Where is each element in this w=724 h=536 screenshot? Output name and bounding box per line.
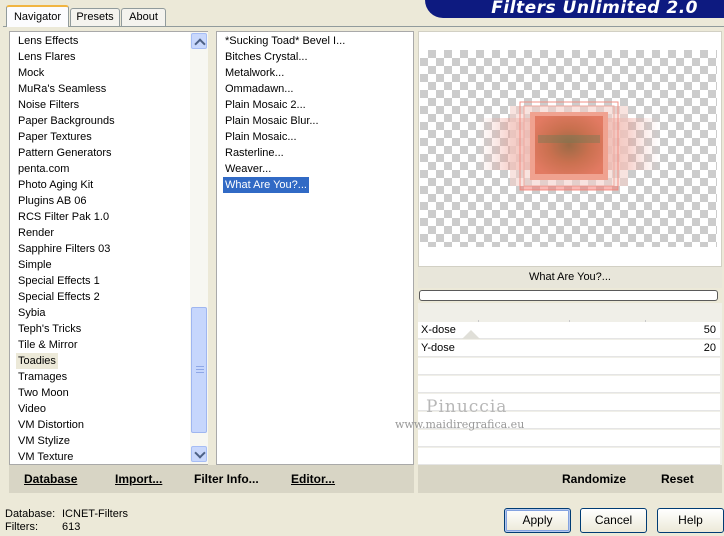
param-value: 20 (703, 342, 716, 354)
import-button[interactable]: Import... (115, 471, 162, 487)
preview-image (478, 101, 660, 191)
category-item-simple[interactable]: Simple (16, 257, 54, 273)
filter-item-rasterline[interactable]: Rasterline... (223, 145, 286, 161)
filter-list[interactable]: *Sucking Toad* Bevel I... Bitches Crystal… (216, 31, 414, 465)
category-item-lens-flares[interactable]: Lens Flares (16, 49, 77, 65)
status-database-label: Database: (5, 508, 56, 520)
tab-navigator[interactable]: Navigator (6, 5, 69, 27)
database-button[interactable]: Database (24, 471, 77, 487)
status-filters-value: 613 (62, 521, 81, 533)
category-item-sybia[interactable]: Sybia (16, 305, 48, 321)
tab-label: Navigator (13, 11, 62, 23)
param-value: 50 (703, 324, 716, 336)
filter-item-plain-mosaic-blur[interactable]: Plain Mosaic Blur... (223, 113, 321, 129)
randomize-button[interactable]: Randomize (562, 471, 626, 487)
category-item-teph-s-tricks[interactable]: Teph's Tricks (16, 321, 83, 337)
category-item-video[interactable]: Video (16, 401, 48, 417)
watermark-name: Pinuccia (426, 397, 508, 417)
tab-label: Presets (76, 11, 114, 23)
category-item-special-effects-2[interactable]: Special Effects 2 (16, 289, 102, 305)
category-list[interactable]: Lens Effects Lens Flares Mock MuRa's Seamle… (9, 31, 208, 465)
param-row-empty (418, 376, 720, 393)
filter-item-plain-mosaic[interactable]: Plain Mosaic... (223, 129, 299, 145)
category-item-lens-effects[interactable]: Lens Effects (16, 33, 80, 49)
category-item-render[interactable]: Render (16, 225, 56, 241)
category-item-sapphire-filters-03[interactable]: Sapphire Filters 03 (16, 241, 112, 257)
progress-bar (419, 290, 718, 301)
filter-item-metalwork[interactable]: Metalwork... (223, 65, 286, 81)
filter-item-bitches-crystal[interactable]: Bitches Crystal... (223, 49, 310, 65)
category-item-mura-s-seamless[interactable]: MuRa's Seamless (16, 81, 108, 97)
filter-info-button[interactable]: Filter Info... (194, 471, 259, 487)
category-item-two-moon[interactable]: Two Moon (16, 385, 71, 401)
tab-label: About (129, 11, 158, 23)
tab-divider (3, 26, 724, 27)
category-item-vm-stylize[interactable]: VM Stylize (16, 433, 72, 449)
category-item-rcs-filter-pak-1-0[interactable]: RCS Filter Pak 1.0 (16, 209, 111, 225)
param-row-empty (418, 448, 720, 465)
category-item-plugins-ab-06[interactable]: Plugins AB 06 (16, 193, 89, 209)
category-item-pattern-generators[interactable]: Pattern Generators (16, 145, 114, 161)
param-row-empty (418, 358, 720, 375)
category-item-photo-aging-kit[interactable]: Photo Aging Kit (16, 177, 95, 193)
preview-canvas (420, 50, 717, 247)
editor-button[interactable]: Editor... (291, 471, 335, 487)
category-item-tile-mirror[interactable]: Tile & Mirror (16, 337, 79, 353)
filter-item-sucking-toad-bevel-i[interactable]: *Sucking Toad* Bevel I... (223, 33, 347, 49)
category-item-special-effects-1[interactable]: Special Effects 1 (16, 273, 102, 289)
filter-item-plain-mosaic-2[interactable]: Plain Mosaic 2... (223, 97, 308, 113)
scroll-thumb[interactable] (191, 307, 207, 433)
reset-button[interactable]: Reset (661, 471, 694, 487)
status-filters-label: Filters: (5, 521, 38, 533)
category-item-penta-com[interactable]: penta.com (16, 161, 71, 177)
filter-item-weaver[interactable]: Weaver... (223, 161, 273, 177)
category-item-mock[interactable]: Mock (16, 65, 46, 81)
app-banner: Filters Unlimited 2.0 (425, 0, 724, 18)
scroll-up-button[interactable] (191, 33, 207, 49)
watermark-url: www.maidiregrafica.eu (395, 418, 525, 431)
param-row-y-dose[interactable]: Y-dose 20 (418, 340, 720, 357)
tab-presets[interactable]: Presets (70, 8, 120, 27)
app-title: Filters Unlimited 2.0 (491, 0, 698, 18)
status-database-value: ICNET-Filters (62, 508, 128, 520)
category-item-toadies[interactable]: Toadies (16, 353, 58, 369)
filter-name-label: What Are You?... (418, 267, 722, 288)
apply-button[interactable]: Apply (504, 508, 571, 533)
filter-name-text: What Are You?... (529, 271, 611, 283)
scroll-down-button[interactable] (191, 446, 207, 462)
param-name: Y-dose (421, 342, 455, 354)
help-button[interactable]: Help (657, 508, 724, 533)
tab-about[interactable]: About (121, 8, 166, 27)
category-item-paper-textures[interactable]: Paper Textures (16, 129, 94, 145)
category-item-noise-filters[interactable]: Noise Filters (16, 97, 81, 113)
category-item-paper-backgrounds[interactable]: Paper Backgrounds (16, 113, 117, 129)
category-item-tramages[interactable]: Tramages (16, 369, 69, 385)
param-name: X-dose (421, 324, 456, 336)
filter-item-ommadawn[interactable]: Ommadawn... (223, 81, 295, 97)
filter-item-what-are-you[interactable]: What Are You?... (223, 177, 309, 193)
category-item-vm-distortion[interactable]: VM Distortion (16, 417, 86, 433)
category-item-vm-texture[interactable]: VM Texture (16, 449, 75, 465)
cancel-button[interactable]: Cancel (580, 508, 647, 533)
param-row-empty (418, 430, 720, 447)
slider-thumb[interactable] (462, 330, 480, 339)
category-scrollbar[interactable] (190, 32, 208, 464)
